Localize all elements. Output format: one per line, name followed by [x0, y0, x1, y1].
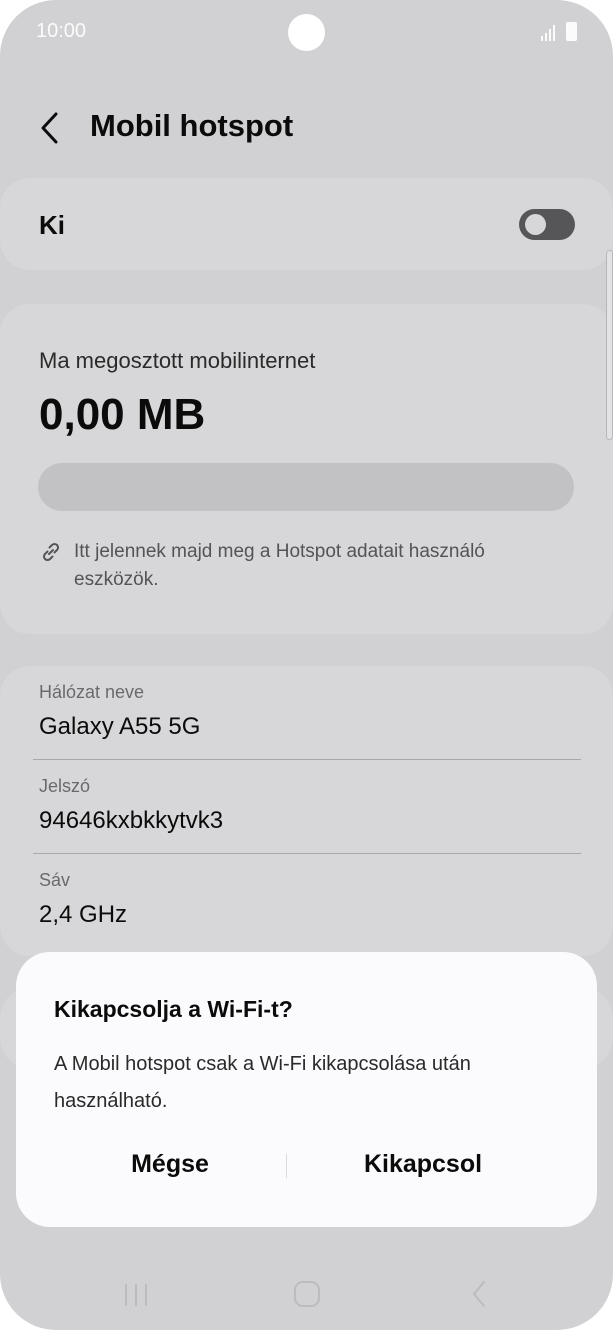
network-name-label: Hálózat neve [39, 682, 145, 702]
scrollbar[interactable] [606, 250, 613, 440]
front-camera [288, 14, 325, 51]
back-icon[interactable] [460, 1276, 500, 1312]
password-label: Jelszó [39, 776, 91, 796]
usage-card: Ma megosztott mobilinternet 0,00 MB Itt … [0, 304, 613, 634]
band-label: Sáv [39, 870, 71, 890]
turn-off-wifi-dialog: Kikapcsolja a Wi-Fi-t? A Mobil hotspot c… [16, 952, 597, 1227]
battery-icon [566, 22, 577, 41]
network-name-value: Galaxy A55 5G [39, 713, 201, 740]
hotspot-switch[interactable] [519, 209, 575, 240]
cancel-button[interactable]: Mégse [76, 1144, 264, 1184]
network-name-row[interactable]: Hálózat neve Galaxy A55 5G [39, 682, 200, 741]
navigation-bar [0, 1262, 613, 1322]
dialog-title: Kikapcsolja a Wi-Fi-t? [54, 996, 293, 1022]
button-separator [286, 1154, 287, 1178]
hotspot-toggle-row[interactable]: Ki [0, 178, 613, 270]
switch-knob [525, 214, 546, 235]
divider [33, 853, 581, 854]
connected-devices-hint: Itt jelennek majd meg a Hotspot adatait … [74, 541, 485, 590]
phone-screen: 10:00 Mobil hotspot Ki Ma megosztott mob… [0, 0, 613, 1330]
chevron-left-icon[interactable] [34, 110, 70, 146]
usage-amount: 0,00 MB [39, 390, 206, 439]
network-info-card: Hálózat neve Galaxy A55 5G Jelszó 94646k… [0, 666, 613, 956]
hotspot-toggle-label: Ki [39, 210, 65, 240]
band-row[interactable]: Sáv 2,4 GHz [39, 870, 127, 929]
recents-icon[interactable] [116, 1276, 156, 1312]
dialog-message: A Mobil hotspot csak a Wi-Fi kikapcsolás… [54, 1053, 471, 1112]
password-value: 94646kxbkkytvk3 [39, 807, 224, 834]
divider [33, 759, 581, 760]
usage-progress-bar [38, 463, 574, 511]
signal-icon [541, 25, 555, 41]
status-time: 10:00 [36, 20, 87, 42]
password-row[interactable]: Jelszó 94646kxbkkytvk3 [39, 776, 223, 835]
app-header: Mobil hotspot [0, 96, 613, 160]
status-bar: 10:00 [0, 0, 613, 66]
page-title: Mobil hotspot [90, 108, 294, 143]
home-icon[interactable] [287, 1276, 327, 1312]
band-value: 2,4 GHz [39, 901, 128, 928]
usage-title: Ma megosztott mobilinternet [39, 348, 316, 373]
turn-off-button[interactable]: Kikapcsol [328, 1144, 518, 1184]
link-icon [42, 542, 60, 562]
